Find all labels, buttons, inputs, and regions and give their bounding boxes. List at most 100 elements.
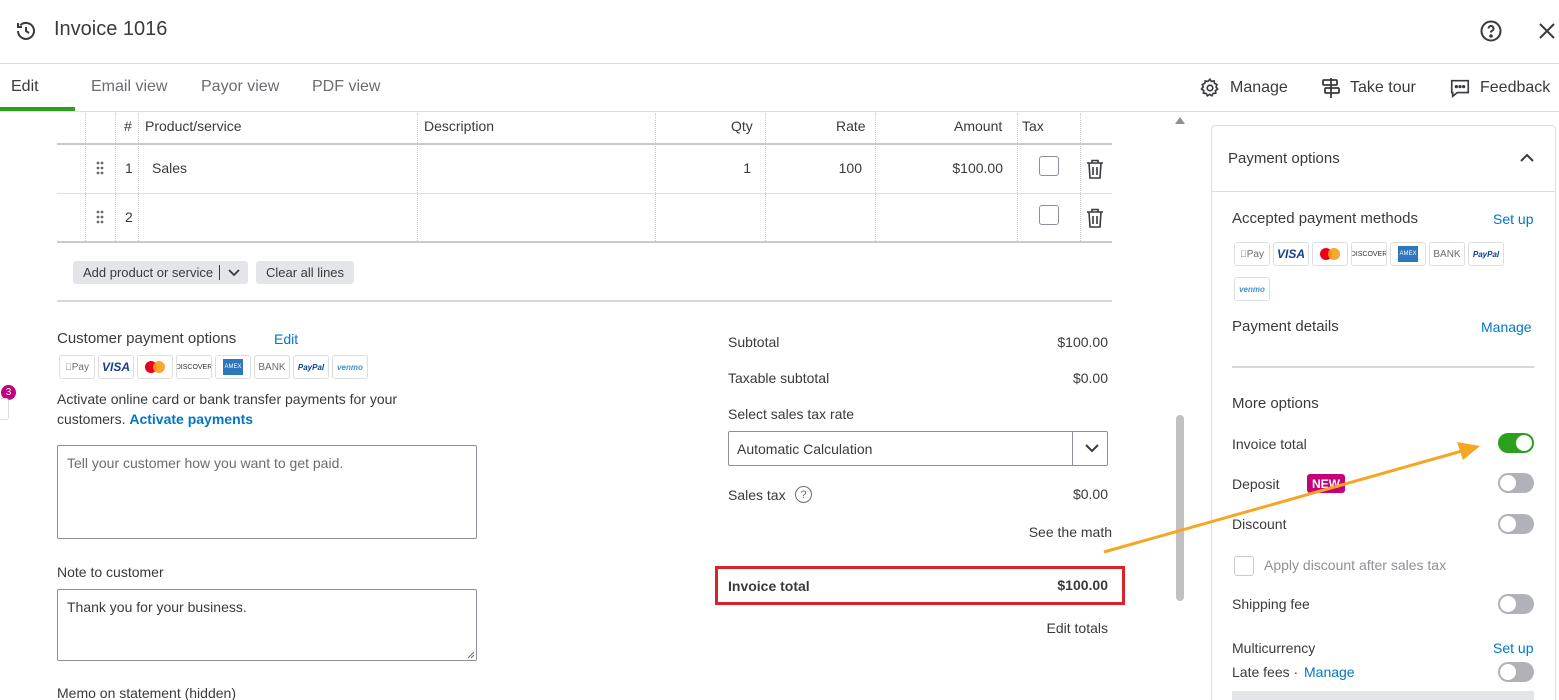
payment-options-panel: Payment options Accepted payment methods… [1211, 125, 1556, 700]
left-edge-tab[interactable] [0, 398, 9, 420]
payment-method-logos: Pay VISA DISCOVER AMEX BANK PayPal venm… [59, 355, 368, 379]
activate-payments-text: Activate online card or bank transfer pa… [57, 391, 398, 427]
header-qty: Qty [731, 118, 753, 134]
manage-label: Manage [1230, 79, 1288, 96]
select-divider [1072, 432, 1073, 465]
invoice-total-option-label: Invoice total [1232, 436, 1307, 452]
header-product: Product/service [145, 118, 242, 134]
activate-payments-link[interactable]: Activate payments [129, 411, 253, 427]
invoice-total-value: $100.00 [1057, 577, 1108, 593]
row-rate[interactable]: 100 [767, 160, 862, 176]
discount-option-label: Discount [1232, 516, 1287, 532]
bank-icon: BANK [254, 355, 290, 379]
chevron-down-icon[interactable] [1084, 442, 1100, 454]
header-amount: Amount [954, 118, 1003, 134]
chevron-up-icon[interactable] [1519, 152, 1535, 164]
table-row[interactable]: 2 [57, 194, 1112, 243]
invoice-editor: # Product/service Description Qty Rate A… [17, 113, 1152, 700]
history-icon[interactable] [14, 19, 38, 43]
bank-icon: BANK [1429, 242, 1465, 266]
deposit-toggle[interactable] [1498, 473, 1534, 493]
drag-handle-icon[interactable] [96, 210, 104, 224]
header-description: Description [424, 118, 495, 134]
accepted-methods-setup-link[interactable]: Set up [1493, 211, 1533, 227]
memo-label: Memo on statement (hidden) [57, 685, 236, 700]
manage-button[interactable]: Manage [1199, 76, 1288, 100]
table-row[interactable]: 1 Sales 1 100 $100.00 [57, 145, 1112, 194]
note-to-customer-label: Note to customer [57, 564, 164, 580]
tab-pdf-view[interactable]: PDF view [312, 78, 380, 96]
see-the-math-link[interactable]: See the math [972, 524, 1112, 540]
apply-discount-checkbox[interactable] [1234, 556, 1254, 576]
panel-payment-method-logos-row2: venmo [1234, 277, 1270, 301]
discount-toggle[interactable] [1498, 514, 1534, 534]
multicurrency-label: Multicurrency [1232, 640, 1316, 656]
split-divider [219, 265, 220, 280]
tax-checkbox[interactable] [1039, 205, 1059, 225]
panel-header[interactable]: Payment options [1212, 126, 1555, 192]
tax-checkbox[interactable] [1039, 156, 1059, 176]
scroll-thumb[interactable] [1176, 415, 1184, 601]
panel-payment-method-logos: Pay VISA DISCOVER AMEX BANK PayPal [1234, 242, 1504, 266]
tab-edit[interactable]: Edit [11, 78, 39, 96]
sales-tax-rate-value: Automatic Calculation [737, 441, 873, 457]
amex-icon: AMEX [215, 355, 251, 379]
tab-payor-view[interactable]: Payor view [201, 78, 279, 96]
customer-payment-edit-link[interactable]: Edit [274, 331, 298, 347]
shipping-fee-label: Shipping fee [1232, 596, 1310, 612]
payment-details-title: Payment details [1232, 318, 1339, 335]
close-icon[interactable] [1535, 19, 1559, 43]
customer-payment-title: Customer payment options [57, 330, 237, 347]
payment-details-manage-link[interactable]: Manage [1481, 319, 1532, 335]
edit-totals-link[interactable]: Edit totals [968, 620, 1108, 636]
visa-icon: VISA [98, 355, 134, 379]
payment-instructions-input[interactable]: Tell your customer how you want to get p… [57, 445, 477, 539]
drag-handle-icon[interactable] [96, 161, 104, 175]
late-fees-toggle[interactable] [1498, 662, 1534, 682]
discover-icon: DISCOVER [1351, 242, 1387, 266]
add-product-button[interactable]: Add product or service [73, 261, 248, 284]
trash-icon[interactable] [1086, 208, 1104, 228]
row-number: 1 [125, 160, 133, 176]
subtotal-label: Subtotal [728, 334, 780, 350]
clear-all-lines-button[interactable]: Clear all lines [256, 261, 355, 284]
scroll-up-icon[interactable] [1175, 117, 1185, 124]
sales-tax-rate-select[interactable]: Automatic Calculation [728, 431, 1108, 466]
feedback-icon [1450, 79, 1470, 98]
mastercard-icon [137, 355, 173, 379]
take-tour-button[interactable]: Take tour [1321, 76, 1416, 100]
paypal-icon: PayPal [293, 355, 329, 379]
feedback-label: Feedback [1480, 79, 1551, 96]
apple-pay-icon: Pay [59, 355, 95, 379]
late-fees-label: Late fees · [1232, 664, 1299, 680]
taxable-subtotal-value: $0.00 [1072, 370, 1108, 386]
venmo-icon: venmo [1234, 277, 1270, 301]
trash-icon[interactable] [1086, 159, 1104, 179]
visa-icon: VISA [1273, 242, 1309, 266]
tab-email-view[interactable]: Email view [91, 78, 167, 96]
main-scrollbar[interactable] [1172, 113, 1188, 700]
row-amount[interactable]: $100.00 [877, 160, 1003, 176]
late-fees-manage-link[interactable]: Manage [1304, 664, 1355, 680]
resize-grip-icon[interactable] [467, 651, 475, 659]
section-divider [57, 300, 1112, 302]
panel-bottom-element [1232, 691, 1534, 700]
row-product[interactable]: Sales [152, 160, 187, 176]
note-to-customer-input[interactable]: Thank you for your business. [57, 589, 477, 661]
active-tab-indicator [0, 107, 75, 111]
shipping-fee-toggle[interactable] [1498, 594, 1534, 614]
chevron-down-icon[interactable] [228, 268, 240, 277]
row-qty[interactable]: 1 [657, 160, 751, 176]
invoice-total-toggle[interactable] [1498, 433, 1534, 453]
signpost-icon [1322, 78, 1340, 98]
multicurrency-setup-link[interactable]: Set up [1493, 640, 1533, 656]
help-circle-icon[interactable]: ? [795, 486, 812, 503]
invoice-total-label: Invoice total [728, 578, 810, 594]
panel-divider [1232, 366, 1534, 368]
sales-tax-label: Sales tax [728, 487, 786, 503]
header-number: # [124, 118, 132, 134]
mastercard-icon [1312, 242, 1348, 266]
help-icon[interactable] [1479, 19, 1503, 43]
add-product-label: Add product or service [83, 265, 214, 280]
feedback-button[interactable]: Feedback [1449, 76, 1550, 100]
